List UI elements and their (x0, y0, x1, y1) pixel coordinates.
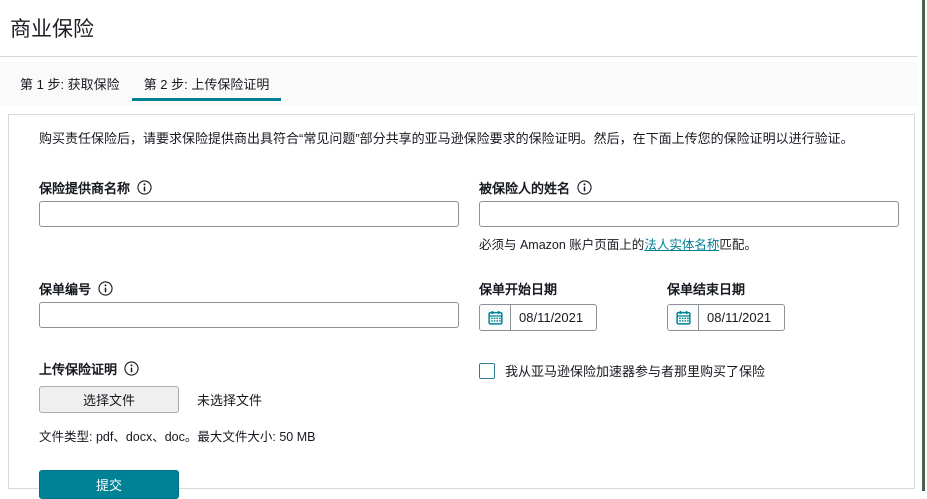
tab-step1-get-insurance[interactable]: 第 1 步: 获取保险 (8, 67, 132, 101)
provider-name-field: 保险提供商名称 (39, 178, 459, 227)
upload-proof-label: 上传保险证明 (39, 361, 118, 377)
policy-end-date-field: 保单结束日期 (667, 279, 785, 331)
policy-number-input[interactable] (39, 302, 459, 328)
page-title: 商业保险 (10, 18, 94, 41)
submit-button[interactable]: 提交 (39, 470, 179, 499)
tab-step2-upload-proof[interactable]: 第 2 步: 上传保险证明 (131, 67, 282, 101)
info-icon[interactable] (124, 360, 139, 376)
insured-name-field: 被保险人的姓名 必须与 Amazon 账户页面上的法人实体名称匹配。 (479, 178, 899, 253)
accelerator-checkbox-label[interactable]: 我从亚马逊保险加速器参与者那里购买了保险 (505, 361, 765, 380)
upload-proof-field: 上传保险证明 选择文件 未选择文件 文件类型: pdf、docx、doc。最大文… (39, 359, 459, 445)
calendar-icon[interactable] (668, 305, 699, 330)
provider-name-label: 保险提供商名称 (39, 180, 131, 196)
insured-name-helper: 必须与 Amazon 账户页面上的法人实体名称匹配。 (479, 234, 899, 253)
accelerator-checkbox-row: 我从亚马逊保险加速器参与者那里购买了保险 (479, 361, 899, 380)
upload-proof-panel: 购买责任保险后，请要求保险提供商出具符合“常见问题”部分共享的亚马逊保险要求的保… (8, 114, 915, 499)
policy-start-date-picker[interactable] (479, 304, 597, 331)
file-type-note: 文件类型: pdf、docx、doc。最大文件大小: 50 MB (39, 430, 316, 444)
legal-entity-name-link[interactable]: 法人实体名称 (644, 238, 719, 252)
tab-bar: 第 1 步: 获取保险 第 2 步: 上传保险证明 (0, 62, 918, 106)
calendar-icon[interactable] (480, 305, 511, 330)
helper-suffix: 匹配。 (719, 238, 757, 252)
policy-end-date-picker[interactable] (667, 304, 785, 331)
intro-text: 购买责任保险后，请要求保险提供商出具符合“常见问题”部分共享的亚马逊保险要求的保… (39, 131, 854, 146)
policy-end-date-label: 保单结束日期 (667, 281, 746, 297)
file-chooser: 选择文件 未选择文件 (39, 386, 459, 413)
insured-name-input[interactable] (479, 201, 899, 227)
info-icon[interactable] (98, 280, 113, 296)
policy-number-field: 保单编号 (39, 279, 459, 328)
choose-file-button[interactable]: 选择文件 (39, 386, 179, 413)
policy-start-date-input[interactable] (511, 305, 595, 330)
policy-dates-row: 保单开始日期 保单结束日期 (479, 279, 899, 331)
accelerator-checkbox[interactable] (479, 362, 495, 379)
policy-start-date-label: 保单开始日期 (479, 281, 558, 297)
window-edge-line (922, 0, 925, 491)
page-header: 商业保险 (0, 0, 927, 56)
insured-name-label: 被保险人的姓名 (479, 180, 571, 196)
policy-end-date-input[interactable] (699, 305, 783, 330)
provider-name-input[interactable] (39, 201, 459, 227)
helper-prefix: 必须与 Amazon 账户页面上的 (479, 238, 645, 252)
no-file-selected-text: 未选择文件 (197, 393, 263, 408)
title-divider (0, 56, 918, 57)
info-icon[interactable] (577, 179, 592, 195)
policy-number-label: 保单编号 (39, 281, 92, 297)
policy-start-date-field: 保单开始日期 (479, 279, 597, 331)
info-icon[interactable] (137, 179, 152, 195)
